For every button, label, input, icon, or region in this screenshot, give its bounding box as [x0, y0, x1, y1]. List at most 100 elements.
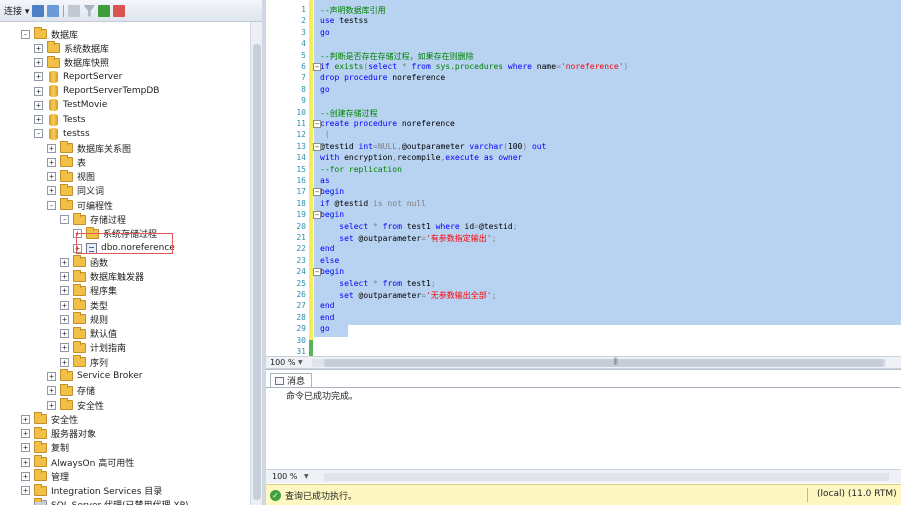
tree-node[interactable]: + 数据库关系图 — [47, 141, 131, 155]
expand-icon[interactable]: + — [47, 143, 56, 153]
code-line[interactable]: ( — [320, 130, 330, 139]
expand-icon[interactable]: + — [60, 300, 69, 310]
scrollbar-track[interactable] — [324, 473, 889, 481]
expand-icon[interactable]: + — [21, 429, 30, 439]
scrollbar-thumb[interactable] — [253, 44, 261, 500]
expand-icon[interactable]: + — [34, 43, 43, 53]
tree-node[interactable]: + 函数 — [60, 255, 108, 269]
code-line[interactable]: go — [320, 85, 330, 94]
code-line[interactable]: if @testid is not null — [320, 199, 426, 208]
expand-icon[interactable]: + — [47, 172, 56, 182]
expand-icon[interactable]: + — [34, 58, 43, 68]
code-line[interactable]: --for replication — [320, 165, 402, 174]
results-zoom-level[interactable]: 100 % — [272, 472, 297, 481]
code-line[interactable]: set @outparameter='有参数指定输出'; — [320, 233, 496, 244]
expand-icon[interactable]: + — [60, 257, 69, 267]
code-line[interactable]: begin — [320, 210, 344, 219]
expand-icon[interactable]: + — [34, 86, 43, 96]
query-editor[interactable]: 1 2 3 4 5 6 7 8 9 10 11 12 13 14 15 16 17 18 19 20 21 22 23 24 2… — [266, 0, 901, 356]
expand-icon[interactable]: + — [60, 329, 69, 339]
connect-icon[interactable] — [32, 4, 45, 17]
expand-icon[interactable]: + — [60, 286, 69, 296]
results-horizontal-scrollbar[interactable]: 100 % ▼ — [266, 469, 901, 483]
code-line[interactable]: go — [320, 324, 330, 333]
tree-node[interactable]: + Integration Services 目录 — [21, 483, 162, 498]
code-line[interactable]: end — [320, 313, 334, 322]
code-line[interactable]: else — [320, 256, 339, 265]
expand-icon[interactable]: + — [34, 115, 43, 125]
tree-node[interactable]: + 安全性 — [21, 412, 78, 426]
code-line[interactable]: drop procedure noreference — [320, 73, 445, 82]
tree-node[interactable]: + 管理 — [21, 469, 69, 483]
refresh-icon[interactable] — [98, 4, 111, 17]
tree-node[interactable]: + 服务器对象 — [21, 426, 96, 441]
code-line[interactable]: end — [320, 301, 334, 310]
tree-node[interactable]: - 存储过程 — [60, 212, 126, 227]
code-line[interactable]: set @outparameter='无参数输出全部'; — [320, 290, 496, 301]
collapse-icon[interactable]: - — [47, 200, 56, 210]
expand-icon[interactable]: + — [60, 357, 69, 367]
tree-node[interactable]: + 计划指南 — [60, 340, 126, 355]
expand-icon[interactable]: + — [47, 386, 56, 396]
expand-icon[interactable]: + — [34, 72, 43, 82]
tree-node[interactable]: + ReportServer — [34, 70, 122, 84]
code-line[interactable]: --声明数据库引用 — [320, 5, 386, 16]
chevron-down-icon[interactable]: ▼ — [298, 359, 303, 366]
connect-button[interactable]: 连接 ▾ — [4, 4, 29, 17]
tree-node[interactable]: + 数据库快照 — [34, 55, 109, 70]
code-line[interactable]: create procedure noreference — [320, 119, 455, 128]
outline-collapse-icon[interactable]: − — [313, 211, 321, 220]
expand-icon[interactable]: + — [47, 400, 56, 410]
filter-icon[interactable] — [83, 4, 96, 17]
tree-node[interactable]: + 同义词 — [47, 183, 104, 198]
code-line[interactable]: use testss — [320, 16, 368, 25]
tree-node[interactable]: + 类型 — [60, 298, 108, 312]
expand-icon[interactable]: + — [60, 272, 69, 282]
collapse-icon[interactable]: - — [21, 29, 30, 39]
tree-node[interactable]: - testss — [34, 127, 90, 141]
tree-node[interactable]: + Service Broker — [47, 369, 142, 383]
code-line[interactable]: select * from test1 where id=@testid; — [320, 222, 517, 231]
code-line[interactable]: go — [320, 28, 330, 37]
tree-node[interactable]: + 表 — [47, 155, 86, 169]
expand-icon[interactable]: + — [47, 186, 56, 196]
tree-node[interactable]: - 可编程性 — [47, 198, 113, 212]
code-line[interactable]: begin — [320, 187, 344, 196]
tree-node[interactable]: + 默认值 — [60, 326, 117, 341]
expand-icon[interactable]: + — [47, 157, 56, 167]
tree-node[interactable]: + 视图 — [47, 169, 95, 184]
summary-icon[interactable] — [113, 4, 126, 17]
outline-collapse-icon[interactable]: − — [313, 142, 321, 151]
tree-node[interactable]: + 安全性 — [47, 398, 104, 412]
tree-node[interactable]: + 系统数据库 — [34, 41, 109, 55]
outline-collapse-icon[interactable]: − — [313, 188, 321, 197]
expand-icon[interactable]: + — [21, 443, 30, 453]
tree-node[interactable]: + AlwaysOn 高可用性 — [21, 455, 134, 469]
code-line[interactable]: as — [320, 176, 330, 185]
code-line[interactable]: if exists(select * from sys.procedures w… — [320, 62, 628, 71]
tree-node[interactable]: + ReportServerTempDB — [34, 84, 159, 98]
expand-icon[interactable]: + — [21, 471, 30, 481]
tree-node[interactable]: + 数据库触发器 — [60, 269, 144, 284]
code-line[interactable]: --创建存储过程 — [320, 108, 378, 119]
editor-horizontal-scrollbar[interactable]: 100 % ▼ ||| — [266, 356, 901, 369]
code-line[interactable]: begin — [320, 267, 344, 276]
outline-collapse-icon[interactable]: − — [313, 120, 321, 128]
expand-icon[interactable]: + — [34, 100, 43, 110]
object-explorer-scrollbar[interactable] — [250, 22, 262, 505]
tree-node[interactable]: + 规则 — [60, 312, 108, 326]
expand-icon[interactable]: + — [60, 343, 69, 353]
outline-collapse-icon[interactable]: − — [313, 63, 321, 71]
tree-node[interactable]: + 程序集 — [60, 283, 117, 298]
tree-node[interactable]: + 序列 — [60, 355, 108, 369]
scrollbar-thumb[interactable] — [324, 359, 884, 367]
code-line[interactable]: select * from test1; — [320, 279, 435, 288]
tree-node[interactable]: + Tests — [34, 113, 85, 127]
expand-icon[interactable]: + — [60, 314, 69, 324]
disconnect-icon[interactable] — [47, 4, 60, 17]
code-line[interactable]: with encryption,recompile,execute as own… — [320, 153, 522, 162]
chevron-down-icon[interactable]: ▼ — [304, 473, 309, 480]
tree-node[interactable]: - 数据库 — [21, 27, 78, 41]
stop-icon[interactable] — [68, 4, 81, 17]
tree-node[interactable]: SQL Server 代理(已禁用代理 XP) — [21, 497, 189, 505]
